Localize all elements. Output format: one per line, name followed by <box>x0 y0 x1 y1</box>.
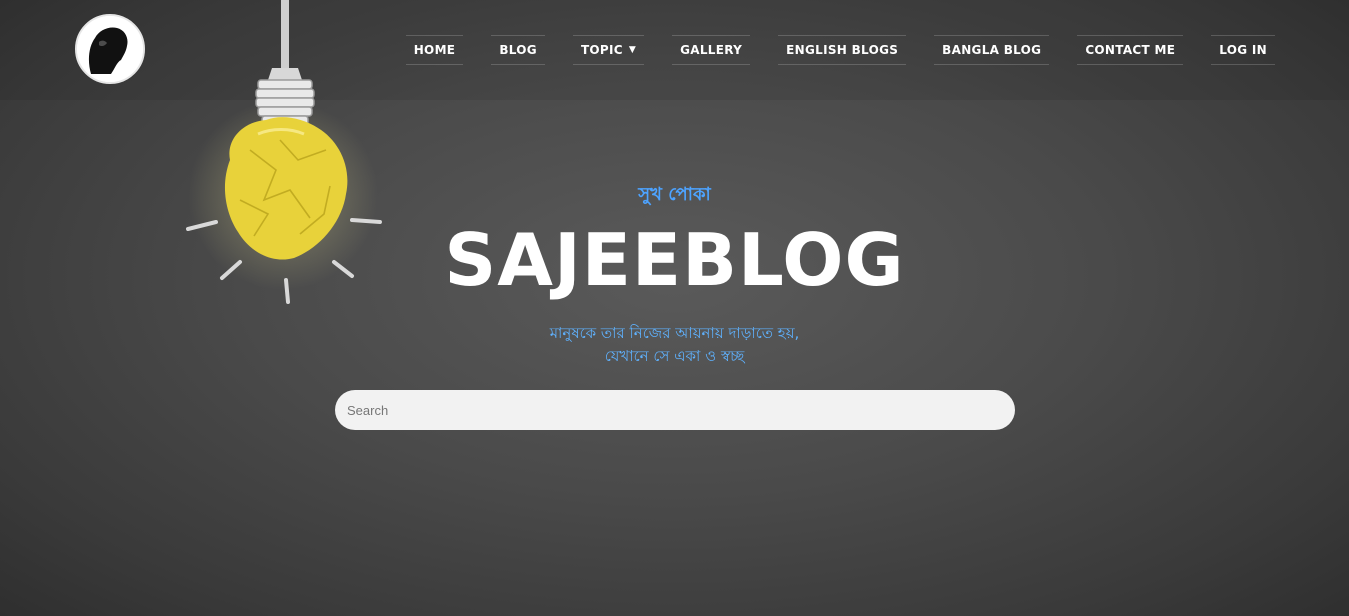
site-logo[interactable] <box>75 14 145 84</box>
nav-item-label: CONTACT ME <box>1085 43 1176 57</box>
site-tagline: সুখ পোকা <box>638 184 711 205</box>
nav-item-blog[interactable]: BLOG <box>491 35 545 65</box>
main-nav: HOME BLOG TOPIC ▼ GALLERY ENGLISH BLOGS B… <box>405 35 1275 65</box>
avatar-silhouette-icon <box>77 16 143 82</box>
nav-item-gallery[interactable]: GALLERY <box>672 35 751 65</box>
site-subtitle: মানুষকে তার নিজের আয়নায় দাড়াতে হয়, য… <box>0 322 1349 368</box>
chevron-down-icon: ▼ <box>628 45 637 55</box>
nav-item-label: GALLERY <box>680 43 743 57</box>
subtitle-line: মানুষকে তার নিজের আয়নায় দাড়াতে হয়, <box>549 324 800 342</box>
nav-item-log-in[interactable]: LOG IN <box>1211 35 1275 65</box>
nav-item-topic[interactable]: TOPIC ▼ <box>572 35 645 65</box>
nav-item-home[interactable]: HOME <box>405 35 464 65</box>
nav-item-label: LOG IN <box>1219 43 1267 57</box>
nav-item-label: TOPIC <box>580 43 623 57</box>
nav-item-label: BANGLA BLOG <box>942 43 1042 57</box>
nav-item-label: BLOG <box>499 43 537 57</box>
nav-item-contact-me[interactable]: CONTACT ME <box>1077 35 1184 65</box>
subtitle-line: যেখানে সে একা ও স্বচ্ছ <box>604 347 745 365</box>
nav-item-english-blogs[interactable]: ENGLISH BLOGS <box>778 35 907 65</box>
nav-item-bangla-blog[interactable]: BANGLA BLOG <box>934 35 1050 65</box>
site-title[interactable]: SAJEEBLOG <box>0 218 1349 302</box>
search-input[interactable] <box>335 390 1015 430</box>
nav-item-label: ENGLISH BLOGS <box>786 43 899 57</box>
nav-item-label: HOME <box>413 43 456 57</box>
